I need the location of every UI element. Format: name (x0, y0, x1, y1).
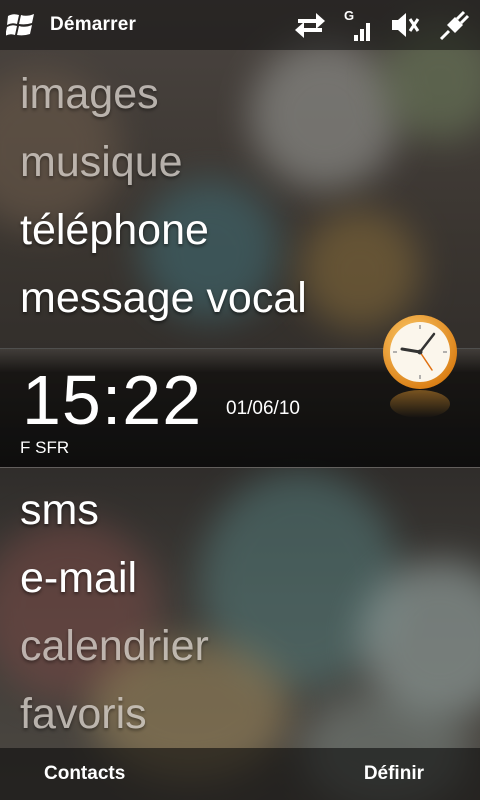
menu-item-musique[interactable]: musique (20, 137, 183, 187)
svg-text:G: G (344, 8, 354, 23)
menu-item-message-vocal[interactable]: message vocal (20, 273, 307, 323)
data-sync-icon (295, 13, 325, 38)
menu-item-calendrier[interactable]: calendrier (20, 621, 209, 671)
menu-item-sms[interactable]: sms (20, 485, 99, 535)
softkey-bar: Contacts Définir (0, 748, 480, 800)
definir-softkey[interactable]: Définir (364, 763, 424, 785)
status-icons: G (294, 8, 470, 42)
signal-g-icon: G (344, 8, 370, 41)
power-plug-icon (439, 10, 470, 41)
windows-logo-icon[interactable] (6, 11, 36, 39)
title-bar: Démarrer G (0, 0, 480, 50)
clock-date: 01/06/10 (226, 398, 300, 419)
menu-item-images[interactable]: images (20, 69, 159, 119)
start-label[interactable]: Démarrer (50, 14, 136, 36)
speaker-muted-icon (392, 13, 420, 37)
menu-item-telephone[interactable]: téléphone (20, 205, 209, 255)
operator-name: F SFR (20, 438, 70, 457)
clock-icon[interactable] (380, 312, 460, 422)
menu-item-favoris[interactable]: favoris (20, 689, 147, 739)
clock-time: 15:22 (22, 361, 203, 439)
contacts-softkey[interactable]: Contacts (44, 763, 125, 785)
menu-item-email[interactable]: e-mail (20, 553, 137, 603)
